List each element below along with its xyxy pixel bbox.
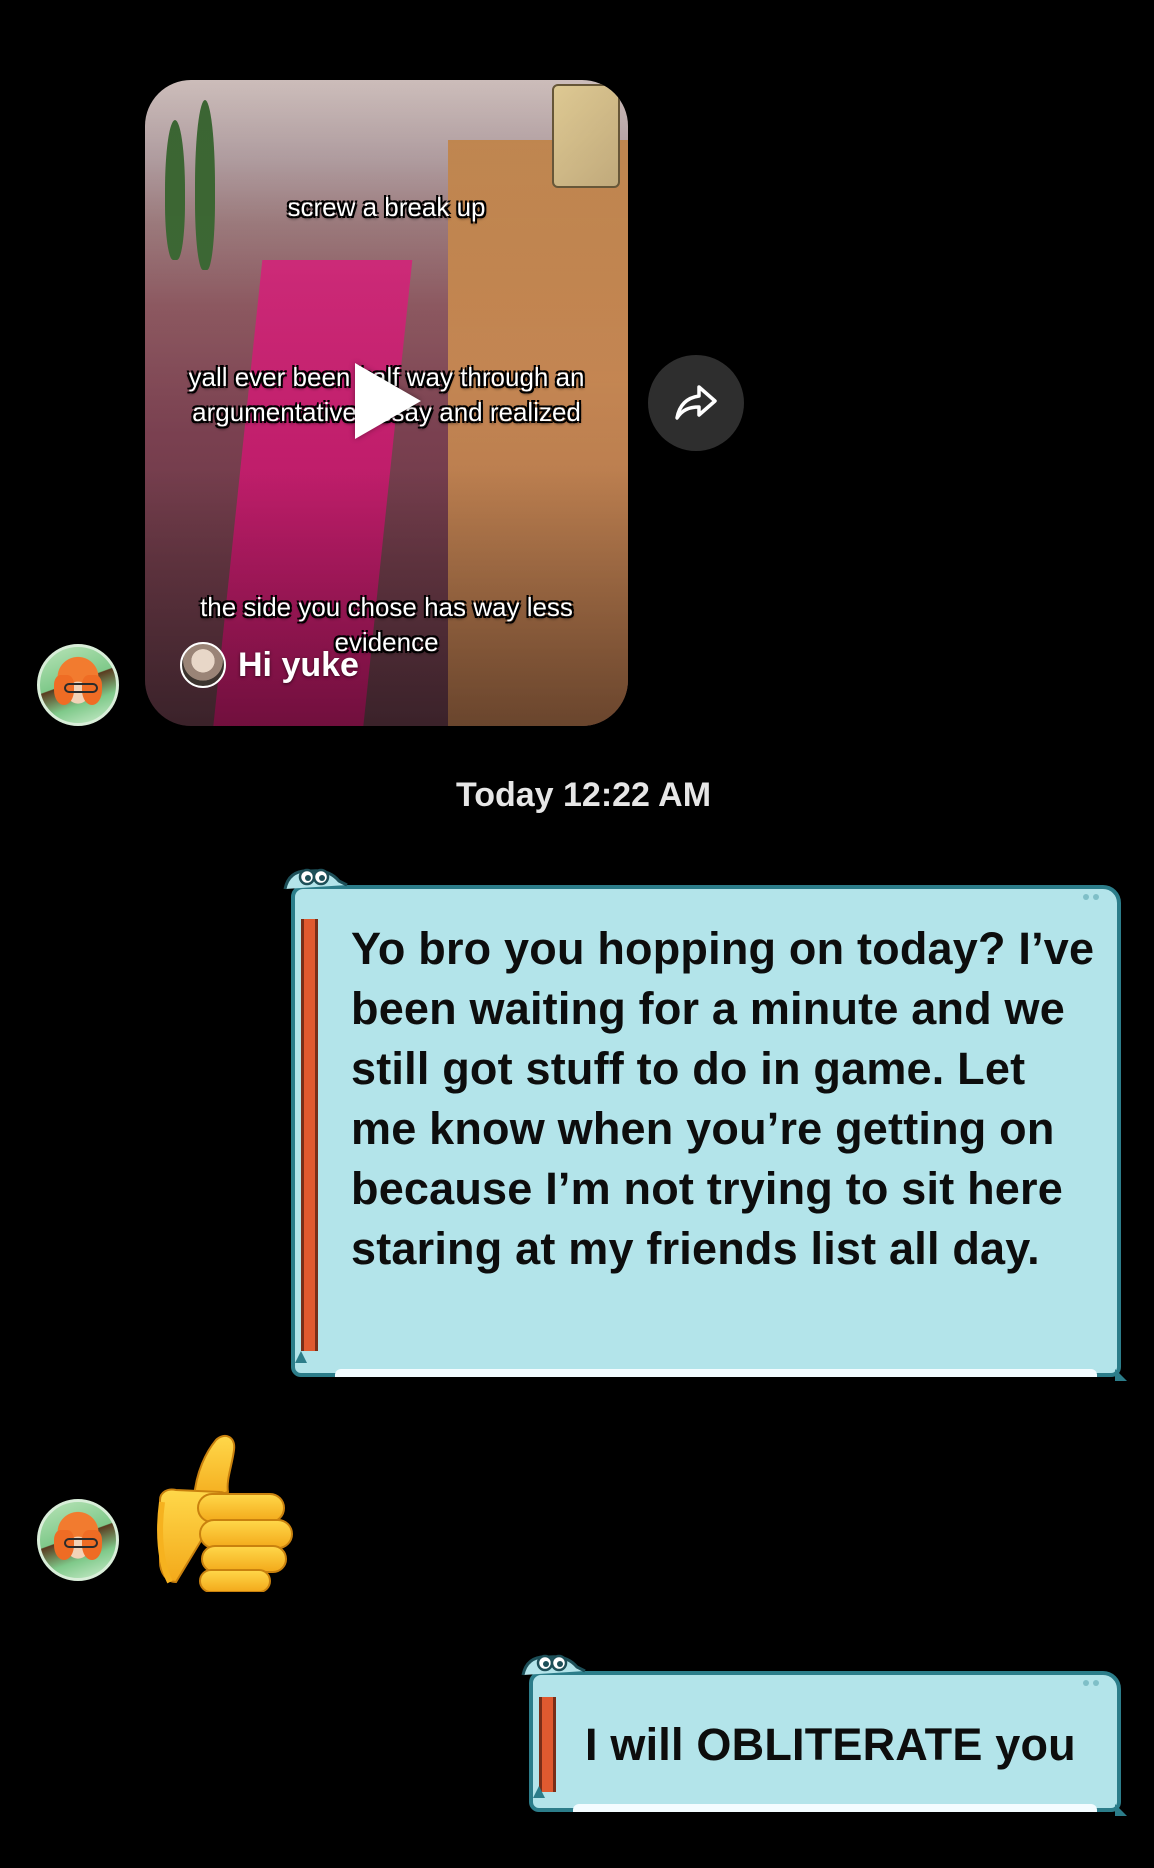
bubble-dots-decoration (1083, 1680, 1099, 1686)
bubble-dots-decoration (1083, 894, 1099, 900)
message-timestamp: Today 12:22 AM (455, 776, 712, 814)
bubble-stripe-decoration (301, 919, 318, 1351)
video-caption-top: screw a break up (287, 192, 486, 222)
bubble-eyes-decoration (521, 1654, 586, 1676)
shared-video-card[interactable]: screw a break up yall ever been half way… (145, 80, 628, 726)
bubble-stripe-decoration (539, 1697, 556, 1792)
bubble-bottom-decoration (335, 1369, 1097, 1377)
avatar-glasses (64, 683, 98, 693)
share-button[interactable] (648, 355, 744, 451)
message-text: Yo bro you hopping on today? I’ve been w… (351, 923, 1095, 1274)
outgoing-message-bubble[interactable]: I will OBLITERATE you (521, 1654, 1127, 1816)
video-creator: Hi yuke (180, 642, 359, 688)
message-text: I will OBLITERATE you (585, 1719, 1076, 1770)
thumbs-up-emoji[interactable] (150, 1432, 298, 1592)
contact-avatar[interactable] (37, 644, 119, 726)
bubble-corner-decoration (533, 1786, 545, 1798)
contact-avatar[interactable] (37, 1499, 119, 1581)
bubble-corner-decoration (1115, 1804, 1127, 1816)
bubble-bottom-decoration (573, 1804, 1097, 1812)
play-icon[interactable] (355, 363, 421, 439)
share-arrow-icon (675, 385, 717, 420)
bubble-corner-decoration (295, 1351, 307, 1363)
creator-name: Hi yuke (238, 645, 359, 684)
bubble-eyes-decoration (283, 868, 348, 890)
bubble-corner-decoration (1115, 1369, 1127, 1381)
avatar-glasses (64, 1538, 98, 1548)
creator-avatar (180, 642, 226, 688)
outgoing-message-bubble[interactable]: Yo bro you hopping on today? I’ve been w… (283, 868, 1127, 1381)
